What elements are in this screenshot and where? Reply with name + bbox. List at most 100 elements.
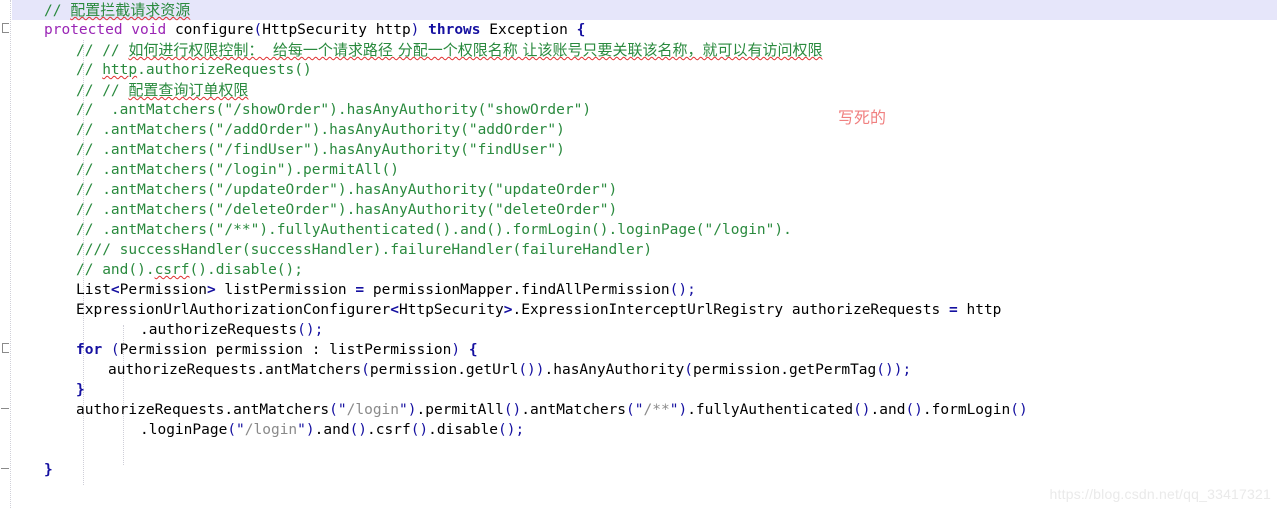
code-token: {	[576, 22, 586, 38]
code-token: HttpSecurity http	[262, 22, 411, 38]
code-token: http	[957, 302, 1002, 318]
code-token: configure	[174, 22, 254, 38]
code-token: .and	[314, 422, 350, 438]
code-token: ())	[876, 362, 903, 378]
code-token: 配置查询订单权限	[128, 81, 249, 99]
code-line-18[interactable]: for (Permission permission : listPermiss…	[76, 340, 478, 360]
code-token: throws	[419, 22, 490, 38]
code-token: authorizeRequests.antMatchers	[76, 402, 330, 418]
code-token: .permitAll	[416, 402, 504, 418]
code-token: =	[949, 302, 958, 318]
code-token: <	[110, 282, 120, 298]
code-line-6[interactable]: // .antMatchers("/showOrder").hasAnyAuth…	[76, 100, 591, 120]
code-token: Permission permission : listPermission	[119, 342, 452, 358]
code-line-19[interactable]: authorizeRequests.antMatchers(permission…	[108, 360, 911, 380]
code-token: //	[44, 3, 71, 19]
code-token: (	[684, 362, 693, 378]
code-token: // //	[76, 43, 129, 59]
code-token: )	[305, 422, 315, 438]
code-token: // .antMatchers("/addOrder").hasAnyAutho…	[76, 122, 565, 138]
code-line-20[interactable]: }	[76, 380, 85, 400]
code-line-8[interactable]: // .antMatchers("/findUser").hasAnyAutho…	[76, 140, 565, 160]
code-token: .fullyAuthenticated	[687, 402, 854, 418]
code-line-23[interactable]	[12, 440, 21, 460]
code-token: csrf	[154, 262, 190, 278]
code-token: (	[361, 362, 370, 378]
code-token: }	[76, 382, 85, 398]
code-token: )	[407, 402, 417, 418]
code-token: // .antMatchers("/showOrder").hasAnyAuth…	[76, 102, 592, 118]
code-token: }	[44, 462, 53, 478]
code-token: // and().	[76, 262, 155, 278]
code-token: =	[355, 282, 365, 298]
code-token: .antMatchers	[521, 402, 627, 418]
code-line-12[interactable]: // .antMatchers("/**").fullyAuthenticate…	[76, 220, 792, 240]
code-line-9[interactable]: // .antMatchers("/login").permitAll()	[76, 160, 399, 180]
code-token: ())	[518, 362, 545, 378]
code-token: listPermission	[215, 282, 356, 298]
code-token: ()	[1010, 402, 1028, 418]
annotation-hardcoded: 写死的	[838, 108, 887, 127]
code-line-10[interactable]: // .antMatchers("/updateOrder").hasAnyAu…	[76, 180, 617, 200]
code-token: // .antMatchers("/login").permitAll()	[76, 162, 400, 178]
code-line-2[interactable]: protected void configure(HttpSecurity ht…	[44, 20, 585, 40]
code-token: http	[102, 62, 138, 78]
code-line-21[interactable]: authorizeRequests.antMatchers("/login").…	[76, 400, 1028, 420]
code-token: // //	[76, 83, 129, 99]
code-token: >	[206, 282, 216, 298]
code-line-13[interactable]: //// successHandler(successHandler).fail…	[76, 240, 652, 260]
code-token: .authorizeRequests	[140, 322, 298, 338]
code-token: /login	[244, 422, 298, 438]
code-line-4[interactable]: // http.authorizeRequests()	[76, 60, 312, 80]
code-token: protected void	[44, 22, 175, 38]
code-line-22[interactable]: .loginPage("/login").and().csrf().disabl…	[140, 420, 524, 440]
code-line-15[interactable]: List<Permission> listPermission = permis…	[76, 280, 696, 300]
code-token: authorizeRequests.antMatchers	[108, 362, 362, 378]
code-line-14[interactable]: // and().csrf().disable();	[76, 260, 303, 280]
code-line-1[interactable]: // 配置拦截请求资源	[44, 0, 190, 20]
code-line-16[interactable]: ExpressionUrlAuthorizationConfigurer<Htt…	[76, 300, 1001, 320]
code-token: (	[329, 402, 338, 418]
code-token: //	[76, 62, 103, 78]
code-token: // .antMatchers("/findUser").hasAnyAutho…	[76, 142, 565, 158]
code-line-11[interactable]: // .antMatchers("/deleteOrder").hasAnyAu…	[76, 200, 617, 220]
code-line-24[interactable]: }	[44, 460, 53, 480]
code-token: "	[236, 422, 245, 438]
code-token: .ExpressionInterceptUrlRegistry authoriz…	[512, 302, 950, 318]
code-token: // .antMatchers("/**").fullyAuthenticate…	[76, 222, 792, 238]
code-token: 配置拦截请求资源	[70, 1, 191, 19]
code-token: >	[503, 302, 513, 318]
code-token: .loginPage	[140, 422, 228, 438]
code-token: .and	[870, 402, 906, 418]
code-token: ()	[410, 422, 429, 438]
code-line-17[interactable]: .authorizeRequests();	[140, 320, 323, 340]
code-token: (	[626, 402, 635, 418]
code-token: ExpressionUrlAuthorizationConfigurer	[76, 302, 391, 318]
code-token: // .antMatchers("/updateOrder").hasAnyAu…	[76, 182, 618, 198]
code-token: (	[227, 422, 237, 438]
code-line-3[interactable]: // // 如何进行权限控制： 给每一个请求路径 分配一个权限名称 让该账号只要…	[76, 40, 822, 60]
code-token: .disable	[428, 422, 498, 438]
code-token: .authorizeRequests()	[137, 62, 312, 78]
code-token: ()	[297, 322, 315, 338]
code-token: ;	[314, 322, 324, 338]
code-token: for	[76, 342, 111, 358]
code-token: ()	[503, 402, 522, 418]
code-token: .formLogin	[922, 402, 1011, 418]
code-token: // .antMatchers("/deleteOrder").hasAnyAu…	[76, 202, 618, 218]
code-content[interactable]: // 配置拦截请求资源 protected void configure(Http…	[0, 0, 1277, 508]
code-token: ().disable();	[189, 262, 304, 278]
code-line-5[interactable]: // // 配置查询订单权限	[76, 80, 248, 100]
code-token: .hasAnyAuthority	[544, 362, 685, 378]
code-token: permission.getPermTag	[692, 362, 877, 378]
code-line-7[interactable]: // .antMatchers("/addOrder").hasAnyAutho…	[76, 120, 565, 140]
code-editor[interactable]: // 配置拦截请求资源 protected void configure(Http…	[0, 0, 1277, 508]
code-token: ()	[349, 422, 368, 438]
code-token: ()	[853, 402, 871, 418]
code-token: )	[451, 342, 461, 358]
code-token: "	[297, 422, 306, 438]
code-token: "	[399, 402, 408, 418]
code-token: )	[678, 402, 688, 418]
code-token: List	[76, 282, 111, 298]
code-token: /login	[346, 402, 400, 418]
